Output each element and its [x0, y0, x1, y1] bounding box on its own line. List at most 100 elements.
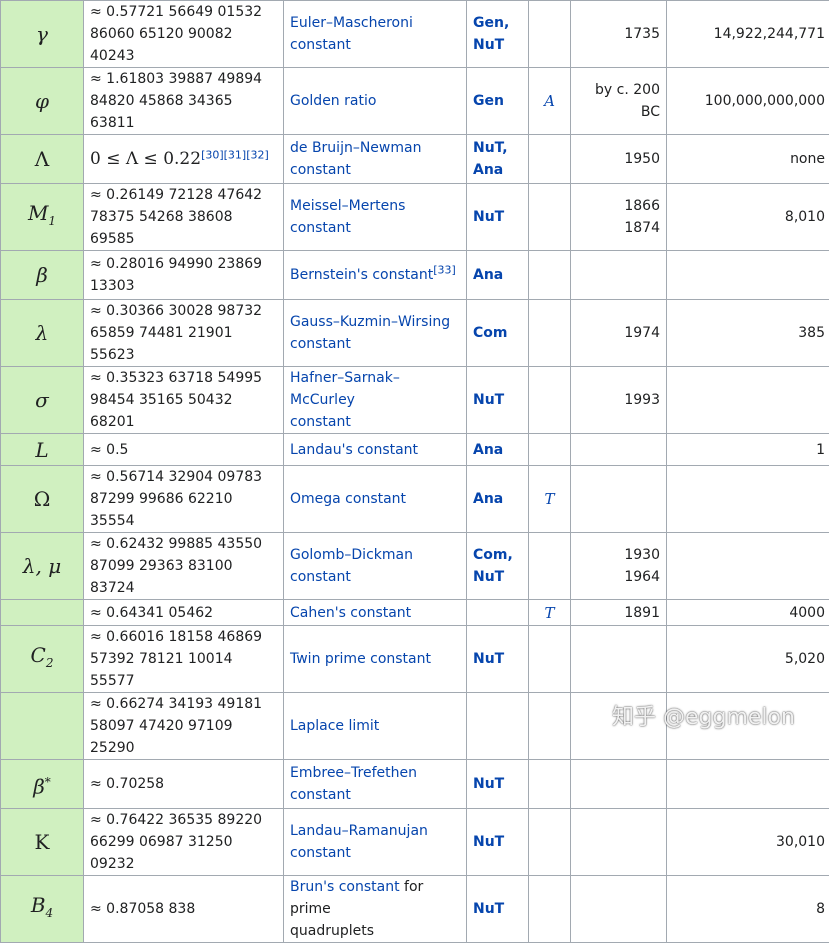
- constant-link[interactable]: Gauss–Kuzmin–Wirsing constant: [290, 314, 450, 352]
- year-cell: [571, 876, 667, 943]
- symbol: β: [33, 774, 45, 798]
- field-cell[interactable]: NuT: [467, 760, 529, 809]
- field-cell[interactable]: NuT: [467, 367, 529, 434]
- symbol: λ, μ: [23, 554, 61, 578]
- field-cell[interactable]: Com, NuT: [467, 533, 529, 600]
- constant-link[interactable]: Laplace limit: [290, 718, 379, 734]
- table-row: L ≈ 0.5 Landau's constant Ana 1: [1, 434, 829, 466]
- symbol-cell: Ω: [1, 466, 84, 533]
- digits-cell: [667, 367, 829, 434]
- symbol-cell: σ: [1, 367, 84, 434]
- constant-link[interactable]: Landau–Ramanujan constant: [290, 823, 428, 861]
- table-row: B4 ≈ 0.87058 838 Brun's constant for pri…: [1, 876, 829, 943]
- field-cell[interactable]: Com: [467, 300, 529, 367]
- name-cell: Gauss–Kuzmin–Wirsing constant: [284, 300, 467, 367]
- field-cell[interactable]: NuT, Ana: [467, 135, 529, 184]
- symbol-cell: λ: [1, 300, 84, 367]
- digits-cell: [667, 533, 829, 600]
- field-cell[interactable]: Ana: [467, 251, 529, 300]
- symbol: Λ: [35, 147, 49, 171]
- symbol: L: [35, 438, 48, 462]
- constant-link[interactable]: Bernstein's constant: [290, 267, 433, 283]
- name-cell: Golden ratio: [284, 68, 467, 135]
- constant-link[interactable]: Twin prime constant: [290, 651, 431, 667]
- value-cell: ≈ 0.76422 36535 89220 66299 06987 31250 …: [84, 809, 284, 876]
- symbol-cell: L: [1, 434, 84, 466]
- constant-link[interactable]: Euler–Mascheroni constant: [290, 15, 413, 53]
- year-cell: [571, 626, 667, 693]
- symbol-cell: λ, μ: [1, 533, 84, 600]
- field-cell: [467, 693, 529, 760]
- value-cell: ≈ 1.61803 39887 49894 84820 45868 34365 …: [84, 68, 284, 135]
- name-cell: Omega constant: [284, 466, 467, 533]
- symbol-cell: [1, 600, 84, 626]
- field-cell[interactable]: Ana: [467, 466, 529, 533]
- symbol-cell: γ: [1, 1, 84, 68]
- symbol: K: [35, 830, 50, 854]
- digits-cell: [667, 466, 829, 533]
- constant-link[interactable]: de Bruijn–Newman constant: [290, 140, 421, 178]
- digits-cell: 8,010: [667, 184, 829, 251]
- year-cell: [571, 466, 667, 533]
- symbol-cell: [1, 693, 84, 760]
- value-cell: ≈ 0.28016 94990 23869 13303: [84, 251, 284, 300]
- year-cell: 1930 1964: [571, 533, 667, 600]
- symbol: M: [28, 201, 48, 225]
- constant-link[interactable]: Cahen's constant: [290, 605, 411, 621]
- table-row: σ ≈ 0.35323 63718 54995 98454 35165 5043…: [1, 367, 829, 434]
- name-cell: Hafner–Sarnak–McCurley constant: [284, 367, 467, 434]
- table-row: φ ≈ 1.61803 39887 49894 84820 45868 3436…: [1, 68, 829, 135]
- irrationality-cell: [529, 367, 571, 434]
- field-cell[interactable]: NuT: [467, 876, 529, 943]
- name-cell: Golomb–Dickman constant: [284, 533, 467, 600]
- constant-link[interactable]: Embree–Trefethen constant: [290, 765, 417, 803]
- symbol-cell: Λ: [1, 135, 84, 184]
- digits-cell: 30,010: [667, 809, 829, 876]
- year-cell: 1950: [571, 135, 667, 184]
- irrationality-cell: [529, 300, 571, 367]
- field-cell[interactable]: Ana: [467, 434, 529, 466]
- symbol-cell: β*: [1, 760, 84, 809]
- year-cell: 1891: [571, 600, 667, 626]
- irrationality-cell[interactable]: T: [529, 600, 571, 626]
- name-cell: Laplace limit: [284, 693, 467, 760]
- value-cell: ≈ 0.57721 56649 01532 86060 65120 90082 …: [84, 1, 284, 68]
- irrationality-cell[interactable]: T: [529, 466, 571, 533]
- value-cell: ≈ 0.30366 30028 98732 65859 74481 21901 …: [84, 300, 284, 367]
- constants-table: γ ≈ 0.57721 56649 01532 86060 65120 9008…: [0, 0, 829, 943]
- irrationality-cell: [529, 184, 571, 251]
- field-cell: [467, 600, 529, 626]
- symbol: B: [31, 893, 46, 917]
- irrationality-cell[interactable]: A: [529, 68, 571, 135]
- constant-link[interactable]: Omega constant: [290, 491, 406, 507]
- value-cell: ≈ 0.56714 32904 09783 87299 99686 62210 …: [84, 466, 284, 533]
- reference-link[interactable]: [33]: [433, 263, 456, 276]
- symbol-subscript: 4: [46, 906, 54, 920]
- field-cell[interactable]: NuT: [467, 626, 529, 693]
- constant-link[interactable]: Golden ratio: [290, 93, 376, 109]
- symbol: φ: [35, 89, 49, 113]
- digits-cell: 1: [667, 434, 829, 466]
- year-cell: [571, 434, 667, 466]
- table-row: K ≈ 0.76422 36535 89220 66299 06987 3125…: [1, 809, 829, 876]
- symbol: β: [36, 263, 48, 287]
- constant-link[interactable]: Hafner–Sarnak–McCurley constant: [290, 370, 400, 430]
- digits-cell: [667, 251, 829, 300]
- irrationality-cell: [529, 251, 571, 300]
- digits-cell: 14,922,244,771: [667, 1, 829, 68]
- constant-link[interactable]: Golomb–Dickman constant: [290, 547, 413, 585]
- digits-cell: 4000: [667, 600, 829, 626]
- field-cell[interactable]: NuT: [467, 184, 529, 251]
- name-cell: de Bruijn–Newman constant: [284, 135, 467, 184]
- field-cell[interactable]: Gen: [467, 68, 529, 135]
- field-cell[interactable]: Gen, NuT: [467, 1, 529, 68]
- field-cell[interactable]: NuT: [467, 809, 529, 876]
- constant-link[interactable]: Landau's constant: [290, 442, 418, 458]
- name-cell: Brun's constant for prime quadruplets: [284, 876, 467, 943]
- irrationality-cell: [529, 626, 571, 693]
- table-row: λ ≈ 0.30366 30028 98732 65859 74481 2190…: [1, 300, 829, 367]
- constant-link[interactable]: Brun's constant: [290, 879, 400, 895]
- value-cell: ≈ 0.66274 34193 49181 58097 47420 97109 …: [84, 693, 284, 760]
- reference-link[interactable]: [30][31][32]: [201, 148, 269, 161]
- constant-link[interactable]: Meissel–Mertens constant: [290, 198, 405, 236]
